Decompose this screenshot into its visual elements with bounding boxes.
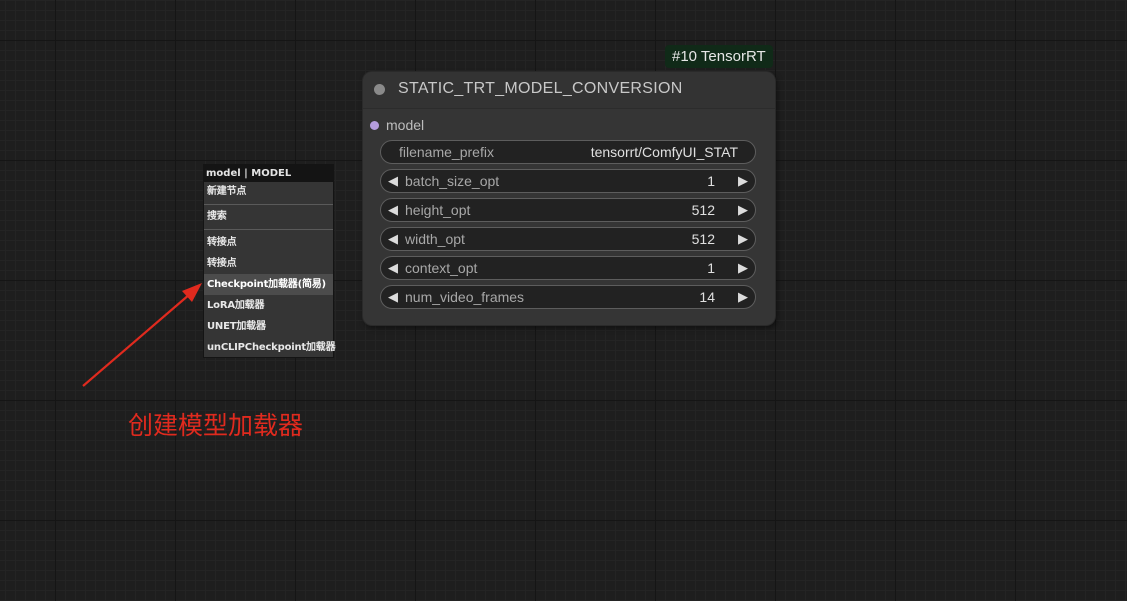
widget-label: context_opt [405, 260, 478, 276]
decrement-arrow-icon[interactable]: ◀ [388, 173, 398, 189]
menu-item-lora-loader[interactable]: LoRA加载器 [204, 295, 333, 316]
node-id-badge: #10 TensorRT [665, 45, 773, 68]
context-menu-title: model | MODEL [204, 165, 333, 182]
increment-arrow-icon[interactable]: ▶ [738, 260, 748, 276]
widget-value: 14 [699, 289, 715, 305]
menu-item-reroute[interactable]: 转接点 [204, 253, 333, 274]
widget-value: 1 [707, 173, 715, 189]
menu-item-checkpoint-loader-simple[interactable]: Checkpoint加载器(简易) [204, 274, 333, 295]
widget-value: 1 [707, 260, 715, 276]
menu-item-reroute[interactable]: 转接点 [204, 232, 333, 253]
collapse-dot-icon[interactable] [374, 84, 385, 95]
menu-item-unclip-checkpoint-loader[interactable]: unCLIPCheckpoint加载器 [204, 337, 336, 358]
decrement-arrow-icon[interactable]: ◀ [388, 289, 398, 305]
widget-value: 512 [691, 202, 715, 218]
static-trt-model-conversion-node[interactable]: STATIC_TRT_MODEL_CONVERSION model filena… [363, 72, 775, 325]
graph-canvas[interactable]: #10 TensorRT STATIC_TRT_MODEL_CONVERSION… [0, 0, 1127, 601]
decrement-arrow-icon[interactable]: ◀ [388, 202, 398, 218]
widget-label: batch_size_opt [405, 173, 500, 189]
widget-label: filename_prefix [399, 144, 494, 160]
widget-value: tensorrt/ComfyUI_STAT [590, 144, 738, 160]
increment-arrow-icon[interactable]: ▶ [738, 231, 748, 247]
height-opt-widget[interactable]: ◀ height_opt 512 ▶ [380, 198, 756, 222]
filename-prefix-widget[interactable]: filename_prefix tensorrt/ComfyUI_STAT [380, 140, 756, 164]
decrement-arrow-icon[interactable]: ◀ [388, 231, 398, 247]
node-header[interactable]: STATIC_TRT_MODEL_CONVERSION [363, 72, 775, 109]
node-title: STATIC_TRT_MODEL_CONVERSION [398, 80, 683, 97]
batch-size-opt-widget[interactable]: ◀ batch_size_opt 1 ▶ [380, 169, 756, 193]
decrement-arrow-icon[interactable]: ◀ [388, 260, 398, 276]
num-video-frames-widget[interactable]: ◀ num_video_frames 14 ▶ [380, 285, 756, 309]
increment-arrow-icon[interactable]: ▶ [738, 173, 748, 189]
width-opt-widget[interactable]: ◀ width_opt 512 ▶ [380, 227, 756, 251]
menu-item-new-node[interactable]: 新建节点 [204, 182, 333, 202]
menu-separator [204, 229, 333, 230]
annotation-text: 创建模型加载器 [128, 412, 304, 440]
menu-separator [204, 204, 333, 205]
increment-arrow-icon[interactable]: ▶ [738, 289, 748, 305]
increment-arrow-icon[interactable]: ▶ [738, 202, 748, 218]
model-input-slot-icon[interactable] [370, 121, 379, 130]
context-opt-widget[interactable]: ◀ context_opt 1 ▶ [380, 256, 756, 280]
menu-item-search[interactable]: 搜索 [204, 207, 333, 227]
widget-label: width_opt [405, 231, 465, 247]
widget-label: height_opt [405, 202, 471, 218]
model-input-slot-label: model [386, 117, 425, 133]
slot-context-menu: model | MODEL 新建节点 搜索 转接点 转接点 Checkpoint… [203, 164, 336, 358]
menu-item-unet-loader[interactable]: UNET加载器 [204, 316, 333, 337]
widget-value: 512 [691, 231, 715, 247]
widget-label: num_video_frames [405, 289, 525, 305]
